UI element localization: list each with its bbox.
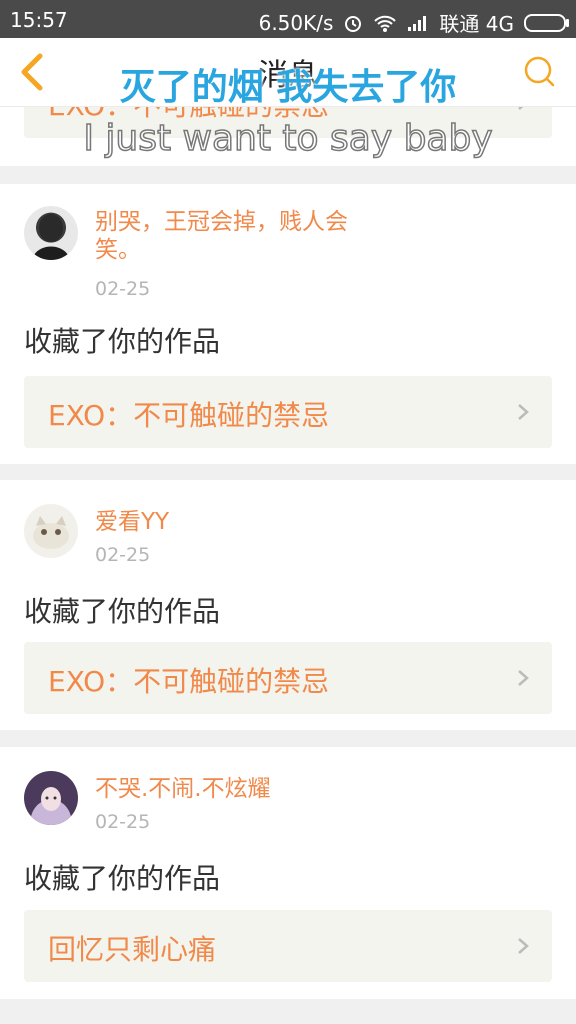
alarm-icon <box>345 15 362 32</box>
user-name[interactable]: 别哭，王冠会掉，贱人会笑。 <box>95 208 365 264</box>
work-title: EXO：不可触碰的禁忌 <box>48 399 330 432</box>
avatar[interactable] <box>24 771 78 825</box>
chevron-right-icon <box>518 938 529 954</box>
notification-card: 爱看YY 02-25 收藏了你的作品 EXO：不可触碰的禁忌 <box>0 480 576 730</box>
network-speed: 6.50K/s <box>258 10 334 35</box>
avatar[interactable] <box>24 504 78 558</box>
notification-action: 收藏了你的作品 <box>24 862 221 895</box>
work-link[interactable]: EXO：不可触碰的禁忌 <box>24 642 552 714</box>
status-right: 6.50K/s 联通 4G <box>258 8 569 37</box>
status-time: 15:57 <box>10 8 68 32</box>
work-link[interactable]: EXO：不可触碰的禁忌 <box>24 376 552 448</box>
battery-icon <box>524 13 569 32</box>
notification-list[interactable]: EXO：不可触碰的禁忌 别哭，王冠会掉，贱人会笑。 02-25 收藏了你的作品 … <box>0 106 576 1024</box>
wifi-icon <box>374 15 397 32</box>
user-name[interactable]: 爱看YY <box>95 508 365 536</box>
work-title: EXO：不可触碰的禁忌 <box>48 665 330 698</box>
status-bar: 15:57 6.50K/s 联通 4G <box>0 0 576 38</box>
avatar-image <box>30 787 72 825</box>
notification-card: 别哭，王冠会掉，贱人会笑。 02-25 收藏了你的作品 EXO：不可触碰的禁忌 <box>0 184 576 464</box>
notification-date: 02-25 <box>95 544 151 566</box>
lyric-overlay-english: I just want to say baby <box>83 117 494 160</box>
avatar[interactable] <box>24 206 78 260</box>
user-name[interactable]: 不哭.不闹.不炫耀 <box>95 775 365 803</box>
lyric-overlay-chinese: 灭了的烟 我失去了你 <box>119 67 457 108</box>
chevron-right-icon <box>518 404 529 420</box>
avatar-image <box>32 214 70 260</box>
work-link[interactable]: 回忆只剩心痛 <box>24 910 552 982</box>
chevron-right-icon <box>518 670 529 686</box>
work-title: 回忆只剩心痛 <box>48 933 217 966</box>
notification-date: 02-25 <box>95 278 151 300</box>
notification-card: 不哭.不闹.不炫耀 02-25 收藏了你的作品 回忆只剩心痛 <box>0 747 576 999</box>
signal-icon <box>408 15 427 31</box>
avatar-image <box>33 516 69 549</box>
notification-action: 收藏了你的作品 <box>24 325 221 358</box>
notification-date: 02-25 <box>95 811 151 833</box>
carrier-label: 联通 4G <box>439 12 514 36</box>
notification-action: 收藏了你的作品 <box>24 595 221 628</box>
